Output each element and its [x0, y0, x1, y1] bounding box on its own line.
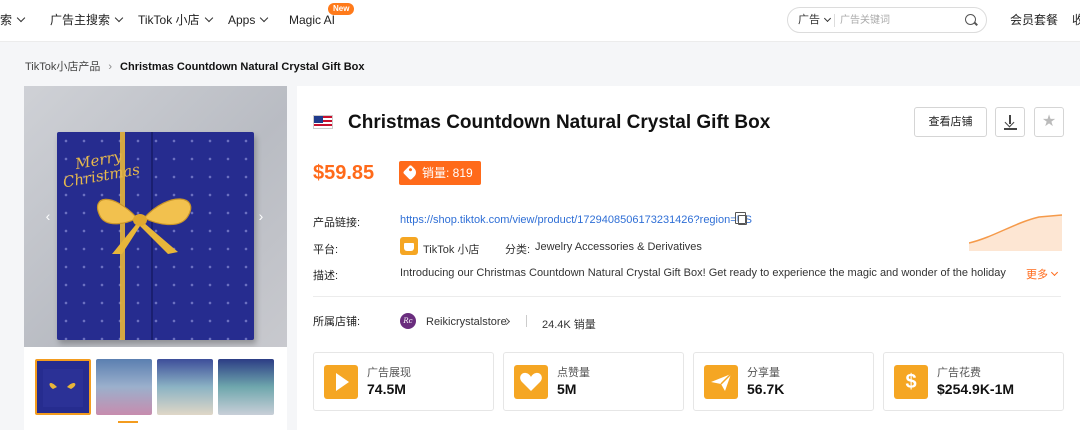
- stat-card-impressions: 广告展现 74.5M: [313, 352, 494, 411]
- share-icon: [704, 365, 738, 399]
- nav-tiktok-shop[interactable]: TikTok 小店: [138, 0, 213, 42]
- product-price: $59.85: [313, 162, 375, 184]
- search-input[interactable]: [840, 11, 958, 29]
- search-box: 广告: [787, 7, 987, 33]
- star-icon: ★: [1041, 113, 1057, 130]
- breadcrumb-separator-icon: ›: [108, 61, 113, 73]
- share-shape: [711, 373, 732, 391]
- thumbnail[interactable]: [157, 359, 213, 415]
- chevron-down-icon: [1050, 268, 1059, 277]
- chevron-down-icon: [16, 13, 26, 23]
- search-type-select[interactable]: 广告: [798, 8, 832, 32]
- thumbnail[interactable]: [96, 359, 152, 415]
- category-value: Jewelry Accessories & Derivatives: [535, 241, 702, 253]
- chevron-left-icon[interactable]: ‹: [41, 206, 55, 226]
- store-sales: 24.4K 销量: [542, 319, 596, 331]
- nav-advertiser-search-label: 广告主搜索: [50, 13, 111, 27]
- stat-value: 5M: [557, 381, 577, 397]
- nav-membership[interactable]: 会员套餐: [1010, 0, 1058, 42]
- chevron-right-icon[interactable]: ›: [254, 206, 268, 226]
- stat-value: 74.5M: [367, 381, 406, 397]
- breadcrumb-current: Christmas Countdown Natural Crystal Gift…: [120, 61, 365, 73]
- store-name[interactable]: Reikicrystalstore: [426, 316, 507, 328]
- new-badge: New: [328, 3, 355, 15]
- stat-label: 广告展现: [367, 367, 411, 379]
- nav-search-label: 搜索: [0, 13, 13, 27]
- product-main-image[interactable]: Merry Christmas ‹ ›: [24, 86, 287, 347]
- heart-icon: [514, 365, 548, 399]
- thumbnail[interactable]: [218, 359, 274, 415]
- store-avatar: Rc: [400, 313, 416, 329]
- category-label: 分类:: [505, 244, 531, 256]
- view-shop-button[interactable]: 查看店铺: [914, 107, 987, 137]
- breadcrumb: TikTok小店产品 › Christmas Countdown Natural C…: [25, 58, 365, 74]
- trend-sparkline: [969, 214, 1062, 251]
- nav-search[interactable]: 搜索: [0, 0, 26, 42]
- product-gallery: Merry Christmas ‹ ›: [24, 86, 287, 430]
- stat-card-shares: 分享量 56.7K: [693, 352, 874, 411]
- nav-apps-label: Apps: [228, 13, 256, 27]
- section-divider: [313, 296, 1061, 297]
- nav-apps[interactable]: Apps: [228, 0, 269, 42]
- breadcrumb-parent[interactable]: TikTok小店产品: [25, 61, 100, 73]
- gallery-progress: [118, 421, 138, 423]
- store-label: 所属店铺:: [313, 316, 361, 328]
- download-icon-base: [1004, 128, 1017, 130]
- stat-label: 广告花费: [937, 367, 981, 379]
- more-button[interactable]: 更多: [1026, 266, 1059, 282]
- dollar-icon: $: [894, 365, 928, 399]
- search-type-label: 广告: [798, 14, 820, 26]
- more-label: 更多: [1026, 269, 1048, 281]
- tag-icon: [402, 164, 419, 181]
- chevron-down-icon: [260, 13, 269, 23]
- platform-value: TikTok 小店: [423, 244, 480, 256]
- nav-advertiser-search[interactable]: 广告主搜索: [50, 0, 124, 42]
- stat-card-ad-spend: $ 广告花费 $254.9K-1M: [883, 352, 1064, 411]
- dollar-glyph: $: [905, 371, 917, 393]
- nav-magic-ai-label: Magic AI: [289, 13, 336, 27]
- thumbnail[interactable]: [35, 359, 91, 415]
- download-icon: [1005, 115, 1015, 129]
- nav-more[interactable]: 收: [1072, 0, 1080, 42]
- us-flag-icon: [313, 115, 333, 129]
- platform-label: 平台:: [313, 244, 339, 256]
- product-link[interactable]: https://shop.tiktok.com/view/product/172…: [400, 214, 752, 226]
- gift-bow-icon: [97, 198, 192, 254]
- thumbnail-image: [43, 369, 83, 407]
- search-icon[interactable]: [965, 14, 976, 25]
- heart-shape: [520, 372, 542, 391]
- stat-label: 点赞量: [557, 367, 590, 379]
- sales-badge: 销量: 819: [399, 161, 481, 185]
- stat-label: 分享量: [747, 367, 780, 379]
- stat-card-likes: 点赞量 5M: [503, 352, 684, 411]
- top-navigation: 搜索 广告主搜索 TikTok 小店 Apps Magic AI New 广告 …: [0, 0, 1080, 42]
- copy-icon[interactable]: [735, 212, 747, 225]
- play-icon: [324, 365, 358, 399]
- nav-tiktok-shop-label: TikTok 小店: [138, 13, 200, 27]
- product-title: Christmas Countdown Natural Crystal Gift…: [348, 112, 771, 133]
- tiktok-shop-icon: [400, 237, 418, 255]
- description-text: Introducing our Christmas Countdown Natu…: [400, 267, 1008, 279]
- product-info-panel: Christmas Countdown Natural Crystal Gift…: [297, 86, 1080, 430]
- sales-badge-label: 销量: 819: [422, 166, 473, 180]
- chevron-down-icon: [204, 13, 213, 23]
- product-link-label: 产品链接:: [313, 217, 361, 229]
- search-divider: [834, 14, 835, 27]
- favorite-button[interactable]: ★: [1034, 107, 1064, 137]
- nav-more-label: 收: [1072, 13, 1080, 27]
- nav-membership-label: 会员套餐: [1010, 13, 1059, 27]
- description-label: 描述:: [313, 270, 339, 282]
- download-button[interactable]: [995, 107, 1025, 137]
- play-triangle: [336, 373, 349, 391]
- stat-value: 56.7K: [747, 381, 785, 397]
- chevron-down-icon: [114, 13, 124, 23]
- chevron-down-icon: [823, 14, 832, 23]
- stat-value: $254.9K-1M: [937, 381, 1015, 397]
- store-divider: [526, 315, 527, 327]
